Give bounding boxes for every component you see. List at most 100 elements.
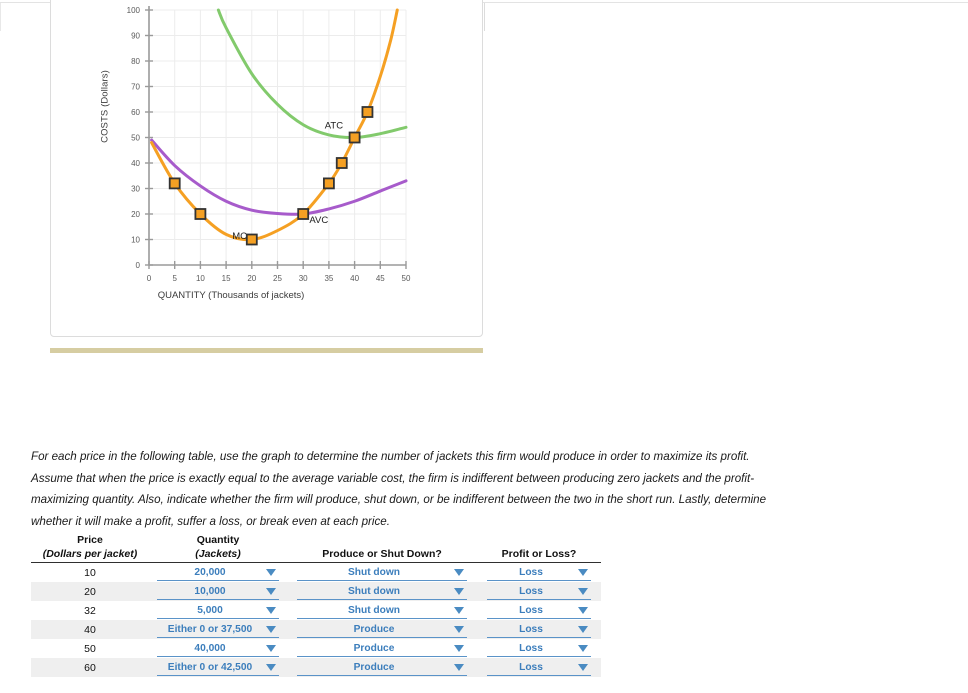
- column-header-price-main: Price: [77, 534, 103, 546]
- quantity-dropdown-value: 5,000: [197, 604, 223, 616]
- produce-or-shut-down-dropdown-value: Shut down: [347, 585, 401, 597]
- produce-or-shut-down-dropdown-value: Produce: [353, 661, 395, 673]
- chevron-down-icon[interactable]: [454, 606, 464, 614]
- chevron-down-icon[interactable]: [266, 663, 276, 671]
- cell-quantity: 20,000: [149, 563, 287, 583]
- mc-data-point-marker[interactable]: [335, 157, 348, 169]
- cell-quantity: 5,000: [149, 601, 287, 620]
- chevron-down-icon[interactable]: [578, 644, 588, 652]
- answer-table: Price (Dollars per jacket) Quantity (Jac…: [31, 533, 601, 677]
- cell-profit-or-loss: Loss: [477, 658, 601, 677]
- cell-profit-or-loss: Loss: [477, 620, 601, 639]
- quantity-dropdown[interactable]: Either 0 or 42,500: [157, 660, 279, 676]
- cell-price: 32: [84, 604, 96, 617]
- produce-or-shut-down-dropdown[interactable]: Shut down: [297, 603, 467, 619]
- cell-price: 60: [31, 658, 149, 677]
- produce-or-shut-down-dropdown[interactable]: Produce: [297, 622, 467, 638]
- profit-or-loss-dropdown-value: Loss: [519, 623, 543, 635]
- quantity-dropdown-value: Either 0 or 42,500: [167, 661, 253, 673]
- chevron-down-icon[interactable]: [266, 606, 276, 614]
- chevron-down-icon[interactable]: [454, 644, 464, 652]
- x-axis-title: QUANTITY (Thousands of jackets): [157, 290, 305, 301]
- mc-data-point-marker[interactable]: [245, 233, 258, 246]
- page-left-column-edge: [0, 3, 1, 31]
- quantity-dropdown[interactable]: 40,000: [157, 641, 279, 657]
- table-header-row: Price (Dollars per jacket) Quantity (Jac…: [31, 533, 601, 563]
- chevron-down-icon[interactable]: [578, 587, 588, 595]
- quantity-dropdown[interactable]: 10,000: [157, 584, 279, 600]
- cell-price: 40: [31, 620, 149, 639]
- chevron-down-icon[interactable]: [266, 644, 276, 652]
- chevron-down-icon[interactable]: [454, 568, 464, 576]
- chevron-down-icon[interactable]: [266, 587, 276, 595]
- x-axis-tick-label: 35: [324, 274, 333, 283]
- profit-or-loss-dropdown-value: Loss: [519, 585, 543, 597]
- cost-curves-chart: 0 10 20 30 40 50 60 70 80 90 100 0 5 10 15 20 25 30 35 40 45…: [51, 0, 484, 338]
- mc-data-point-marker[interactable]: [361, 106, 374, 118]
- y-axis-tick-label: 80: [131, 57, 140, 66]
- y-axis-tick-label: 60: [131, 108, 140, 117]
- cell-produce-or-shut-down: Produce: [287, 658, 477, 677]
- chevron-down-icon[interactable]: [454, 663, 464, 671]
- chevron-down-icon[interactable]: [578, 663, 588, 671]
- chevron-down-icon[interactable]: [578, 568, 588, 576]
- chevron-down-icon[interactable]: [266, 625, 276, 633]
- table-row: 10 20,000 Shut down Loss: [31, 563, 601, 583]
- page-middle-column-edge: [484, 3, 485, 31]
- column-header-profit-or-loss: Profit or Loss?: [477, 533, 601, 563]
- quantity-dropdown-value: 10,000: [194, 585, 226, 597]
- profit-or-loss-dropdown[interactable]: Loss: [487, 660, 591, 676]
- chevron-down-icon[interactable]: [454, 625, 464, 633]
- column-header-quantity: Quantity (Jackets): [149, 533, 287, 563]
- cell-profit-or-loss: Loss: [477, 601, 601, 620]
- mc-data-point-marker[interactable]: [348, 131, 361, 144]
- quantity-dropdown[interactable]: Either 0 or 37,500: [157, 622, 279, 638]
- table-row: 60 Either 0 or 42,500 Produce Loss: [31, 658, 601, 677]
- curve-label-atc: ATC: [325, 121, 343, 132]
- section-divider: [50, 348, 483, 353]
- produce-or-shut-down-dropdown[interactable]: Shut down: [297, 565, 467, 581]
- quantity-dropdown[interactable]: 5,000: [157, 603, 279, 619]
- produce-or-shut-down-dropdown[interactable]: Shut down: [297, 584, 467, 600]
- chevron-down-icon[interactable]: [578, 606, 588, 614]
- chevron-down-icon[interactable]: [578, 625, 588, 633]
- quantity-dropdown-value: 40,000: [194, 642, 226, 654]
- column-header-profit-sub: Profit or Loss?: [501, 548, 577, 560]
- quantity-dropdown[interactable]: 20,000: [157, 565, 279, 581]
- cell-produce-or-shut-down: Shut down: [287, 582, 477, 601]
- x-axis-tick-label: 30: [299, 274, 308, 283]
- column-header-produce-sub: Produce or Shut Down?: [322, 548, 442, 560]
- column-header-price: Price (Dollars per jacket): [31, 533, 149, 563]
- y-axis-tick-label: 100: [127, 6, 141, 15]
- y-axis-tick-label: 70: [131, 83, 140, 92]
- cell-profit-or-loss: Loss: [477, 563, 601, 583]
- profit-or-loss-dropdown-value: Loss: [519, 661, 543, 673]
- profit-or-loss-dropdown[interactable]: Loss: [487, 622, 591, 638]
- chevron-down-icon[interactable]: [454, 587, 464, 595]
- mc-data-point-marker[interactable]: [168, 177, 181, 190]
- y-axis-tick-label: 20: [131, 210, 140, 219]
- quantity-dropdown-value: 20,000: [194, 566, 226, 578]
- y-axis-tick-label: 30: [131, 185, 140, 194]
- graph-card: 0 10 20 30 40 50 60 70 80 90 100 0 5 10 15 20 25 30 35 40 45…: [50, 0, 483, 337]
- y-axis-tick-label: 40: [131, 159, 140, 168]
- profit-or-loss-dropdown[interactable]: Loss: [487, 565, 591, 581]
- column-header-produce-or-shut-down: Produce or Shut Down?: [287, 533, 477, 563]
- mc-data-point-marker[interactable]: [194, 208, 207, 220]
- cell-quantity: Either 0 or 37,500: [149, 620, 287, 639]
- mc-data-point-marker[interactable]: [297, 208, 310, 220]
- cell-price: 20: [31, 582, 149, 601]
- curve-atc: [216, 8, 408, 140]
- produce-or-shut-down-dropdown[interactable]: Produce: [297, 660, 467, 676]
- x-axis-tick-label: 5: [172, 274, 177, 283]
- profit-or-loss-dropdown[interactable]: Loss: [487, 603, 591, 619]
- chart-svg: 0 10 20 30 40 50 60 70 80 90 100 0 5 10 15 20 25 30 35 40 45…: [127, 6, 411, 283]
- profit-or-loss-dropdown[interactable]: Loss: [487, 584, 591, 600]
- mc-data-point-marker[interactable]: [322, 177, 335, 190]
- table-row: 32 5,000 Shut down Loss: [31, 601, 601, 620]
- chevron-down-icon[interactable]: [266, 568, 276, 576]
- produce-or-shut-down-dropdown[interactable]: Produce: [297, 641, 467, 657]
- x-axis-tick-label: 40: [350, 274, 359, 283]
- profit-or-loss-dropdown[interactable]: Loss: [487, 641, 591, 657]
- cell-profit-or-loss: Loss: [477, 639, 601, 658]
